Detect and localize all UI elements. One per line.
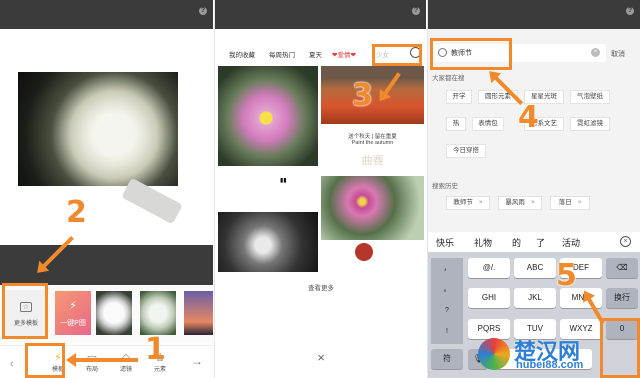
key[interactable]: JKL [514,288,556,308]
symbol-key[interactable]: 符 [431,349,463,369]
back-arrow-icon[interactable]: ‹ [10,358,14,370]
template-cosmos[interactable] [218,66,318,166]
trending-chip[interactable]: 今日穿搭 [446,144,486,158]
status-bar: ? [215,0,426,29]
highlight-search [372,44,422,66]
step-number-3: 3 [352,78,373,113]
one-key-edit-button[interactable]: ⚡ 一键P图 [55,291,91,335]
backspace-key[interactable]: ⌫ [606,258,638,278]
category-love[interactable]: ❤爱情❤ [332,49,356,59]
trending-chip[interactable]: 表情包 [472,117,504,131]
watermark-logo-icon [478,338,510,370]
trending-heading: 大家都在搜 [432,75,465,82]
forward-arrow-icon[interactable]: → [191,354,203,368]
category-favorites[interactable]: 我的收藏 [229,49,255,59]
ime-suggestion[interactable]: 的 [512,236,521,249]
clear-icon[interactable]: × [591,48,600,57]
bouquet-stem [121,177,183,225]
lightning-icon: ⚡ [69,300,77,312]
calligraphy-text: 送个秋天 | 留在重夏 Paint the autumn [321,132,424,146]
tutorial-composite: ? ☆ 更多模板 ⚡ 一键P图 ‹ ⚡模板 ▭布局 ◇滤镜 ✿元素 → ? 我的… [0,0,640,378]
punct-key[interactable]: 。 [431,279,463,300]
category-weekly-hot[interactable]: 每周热门 [269,49,295,59]
ime-suggestion[interactable]: 了 [536,236,545,249]
help-icon[interactable]: ? [199,7,207,15]
cancel-button[interactable]: 取消 [611,49,625,59]
calligraphy-line2: Paint the autumn [351,140,394,146]
trending-chip[interactable]: 霓虹滤镜 [570,117,610,131]
close-icon[interactable]: × [215,350,426,365]
history-heading: 搜索历史 [432,183,458,190]
delete-icon[interactable]: × [578,199,582,206]
template-thumb-flower[interactable] [96,291,132,335]
delete-icon[interactable]: × [479,199,483,206]
history-chip[interactable]: 暴风雨 × [498,196,542,210]
highlight-search-input [430,38,512,70]
help-icon[interactable]: ? [626,7,634,15]
ime-suggestion[interactable]: 礼物 [474,236,492,249]
step-number-2: 2 [66,195,87,230]
punctuation-column: ， 。 ? ! [431,258,463,344]
calligraphy-big: 曲赛 [361,155,384,167]
highlight-template-tab [25,343,65,378]
template-bw-flower[interactable] [218,212,318,272]
ime-suggestion[interactable]: 快乐 [436,236,454,249]
ink-decoration: ▮▮ [280,178,287,184]
canvas-photo[interactable] [18,72,183,225]
key[interactable]: GHI [468,288,510,308]
help-icon[interactable]: ? [412,7,420,15]
one-key-label: 一键P图 [60,320,86,327]
history-chip[interactable]: 落日 × [550,196,590,210]
tab-filter[interactable]: ◇滤镜 [108,351,144,373]
status-bar: ? [428,0,640,29]
key[interactable]: @/. [468,258,510,278]
enter-key[interactable]: 换行 [606,288,638,308]
ime-suggestion-bar: 快乐 礼物 的 了 活动 × [428,232,640,252]
delete-icon[interactable]: × [531,199,535,206]
history-chip-label: 落日 [558,199,572,206]
tab-layout[interactable]: ▭布局 [74,351,110,373]
tab-label: 滤镜 [119,367,132,373]
history-chip[interactable]: 教师节 × [446,196,490,210]
history-chip-label: 暴风雨 [505,199,525,206]
watermark: 楚汉网 hubei88.com [470,332,640,378]
step-number-1: 1 [145,332,166,367]
template-calligraphy[interactable]: 送个秋天 | 留在重夏 Paint the autumn 曲赛 [321,126,424,172]
template-ink[interactable]: ▮▮ [218,170,318,210]
category-summer[interactable]: 夏天 [309,49,322,59]
status-bar: ? [0,0,213,29]
seal-icon [355,243,373,261]
trending-chip[interactable]: 气泡壁纸 [570,90,610,104]
trending-chip[interactable]: 热 [446,117,466,131]
ime-suggestion[interactable]: 活动 [562,236,580,249]
history-chip-label: 教师节 [453,199,473,206]
watermark-url: hubei88.com [516,359,584,371]
punct-key[interactable]: ， [431,258,463,279]
template-thumb-hydrangea[interactable] [140,291,176,335]
step-number-4: 4 [518,100,539,135]
trending-chip[interactable]: 开学 [446,90,472,104]
collapse-icon[interactable]: × [620,236,631,247]
template-header-band [0,245,213,285]
step-number-5: 5 [556,258,577,293]
tab-label: 布局 [85,367,98,373]
template-pink-flower[interactable] [321,176,424,240]
template-seal[interactable] [345,240,383,264]
punct-key[interactable]: ? [431,300,463,321]
step-1-arrow [66,353,138,367]
punct-key[interactable]: ! [431,321,463,342]
template-thumb-sunset[interactable] [184,291,213,335]
see-more-link[interactable]: 查看更多 [215,282,426,292]
tab-label: 元素 [153,367,166,373]
highlight-more-templates [2,283,48,339]
key[interactable]: ABC [514,258,556,278]
